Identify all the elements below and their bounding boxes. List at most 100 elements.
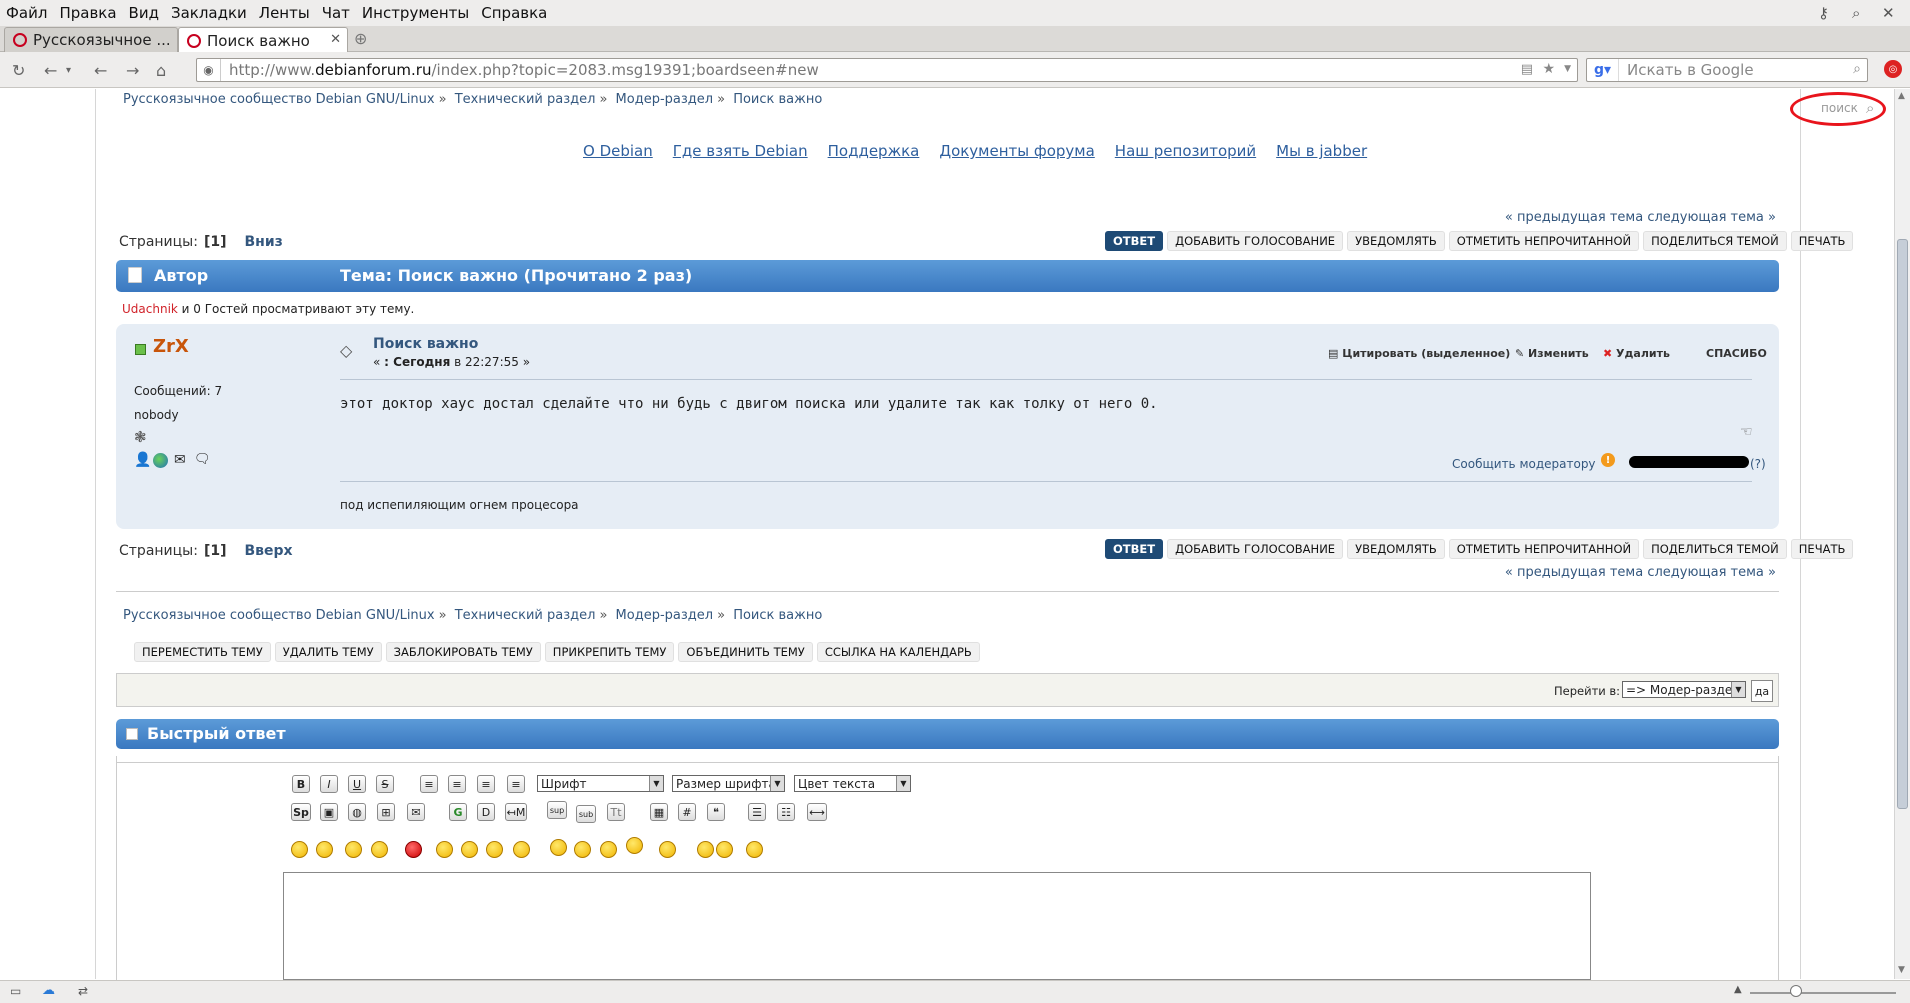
breadcrumb-link[interactable]: Русскоязычное сообщество Debian GNU/Linu…	[123, 92, 435, 107]
grin-icon[interactable]	[371, 841, 388, 858]
tongue-icon[interactable]	[574, 841, 591, 858]
prev-next-topic[interactable]: « предыдущая тема следующая тема »	[1505, 565, 1776, 580]
history-dropdown-icon[interactable]: ▾	[66, 65, 71, 76]
mark-unread-button[interactable]: ОТМЕТИТЬ НЕПРОЧИТАННОЙ	[1448, 231, 1640, 251]
strike-button[interactable]: S	[376, 775, 394, 793]
zoom-slider-track[interactable]	[1750, 992, 1896, 994]
menu-edit[interactable]: Правка	[59, 4, 116, 22]
shocked-icon[interactable]	[461, 841, 478, 858]
align-justify-button[interactable]: ≡	[448, 775, 466, 793]
hand-pointer-icon[interactable]: ☜	[1740, 424, 1753, 440]
font-size-select[interactable]: Размер шрифта ▼	[672, 775, 785, 792]
marquee-button[interactable]: ↤M	[505, 803, 527, 821]
tab-active-poisk[interactable]: Поиск важно ✕	[178, 27, 348, 53]
sidebar-toggle-icon[interactable]: ▭	[10, 984, 21, 998]
align-center-button[interactable]: ≡	[477, 775, 495, 793]
breadcrumb-link[interactable]: Технический раздел	[455, 92, 596, 107]
ip-help-link[interactable]: (?)	[1750, 457, 1766, 471]
thanks-button[interactable]: СПАСИБО	[1706, 347, 1767, 360]
go-up-link[interactable]: Вверх	[245, 543, 293, 559]
menu-feeds[interactable]: Ленты	[259, 4, 310, 22]
bold-button[interactable]: B	[292, 775, 310, 793]
vertical-scrollbar[interactable]: ▲ ▼	[1894, 89, 1910, 979]
image-button[interactable]: ◍	[348, 803, 366, 821]
glow-button[interactable]: G	[449, 803, 467, 821]
bullet-list-button[interactable]: ☰	[748, 803, 766, 821]
close-icon[interactable]: ✕	[1882, 4, 1895, 22]
huh-icon[interactable]	[513, 841, 530, 858]
text-color-select[interactable]: Цвет текста ▼	[794, 775, 911, 792]
menu-chat[interactable]: Чат	[322, 4, 350, 22]
share-icon[interactable]: ⇄	[78, 984, 88, 998]
zoom-slider-knob[interactable]	[1790, 985, 1802, 997]
search-go-icon[interactable]: ⌕	[1853, 61, 1861, 77]
notify-button[interactable]: УВЕДОМЛЯТЬ	[1347, 539, 1445, 559]
bookmark-star-icon[interactable]: ★	[1542, 61, 1555, 77]
sad-icon[interactable]	[436, 841, 453, 858]
rss-icon[interactable]: ▤	[1521, 62, 1533, 77]
share-topic-button[interactable]: ПОДЕЛИТЬСЯ ТЕМОЙ	[1643, 539, 1787, 559]
new-tab-icon[interactable]: ⊕	[354, 29, 367, 48]
url-dropdown-icon[interactable]: ▼	[1564, 64, 1571, 74]
smoke-icon[interactable]	[746, 841, 763, 858]
reply-button[interactable]: ОТВЕТ	[1105, 231, 1164, 251]
menu-bookmarks[interactable]: Закладки	[171, 4, 247, 22]
horizontal-rule-button[interactable]: ⟷	[807, 803, 827, 821]
url-text[interactable]: http://www.debianforum.ru/index.php?topi…	[221, 61, 819, 79]
forward-arrow-icon[interactable]: →	[126, 61, 139, 80]
post-title[interactable]: Поиск важно	[373, 336, 478, 352]
search-icon[interactable]: ⌕	[1852, 4, 1860, 22]
link-button[interactable]: ⊞	[377, 803, 395, 821]
viewer-username[interactable]: Udachnik	[122, 302, 178, 316]
wink-icon[interactable]	[316, 841, 333, 858]
print-button[interactable]: ПЕЧАТЬ	[1790, 231, 1854, 251]
collapse-icon[interactable]	[126, 728, 138, 740]
merge-topic-button[interactable]: ОБЪЕДИНИТЬ ТЕМУ	[678, 642, 813, 662]
menu-help[interactable]: Справка	[481, 4, 547, 22]
addon-icon[interactable]: ◎	[1884, 60, 1902, 78]
profile-icon[interactable]: 👤	[134, 452, 151, 468]
post-author-name[interactable]: ZrX	[153, 336, 189, 357]
breadcrumb-link[interactable]: Модер-раздел	[616, 92, 714, 107]
nav-link-get-debian[interactable]: Где взять Debian	[673, 142, 808, 160]
font-select[interactable]: Шрифт ▼	[537, 775, 664, 792]
site-identity-icon[interactable]: ◉	[197, 59, 221, 81]
pm-icon[interactable]: 🗨	[194, 452, 211, 467]
home-icon[interactable]: ⌂	[156, 61, 166, 80]
align-right-button[interactable]: ≡	[507, 775, 525, 793]
edit-button[interactable]: ✎ Изменить	[1515, 347, 1589, 360]
message-textarea[interactable]	[283, 872, 1591, 980]
move-topic-button[interactable]: ПЕРЕМЕСТИТЬ ТЕМУ	[134, 642, 271, 662]
report-moderator-link[interactable]: Сообщить модератору	[1452, 457, 1596, 471]
delete-topic-button[interactable]: УДАЛИТЬ ТЕМУ	[274, 642, 382, 662]
breadcrumb-link[interactable]: Поиск важно	[733, 608, 822, 623]
sticky-topic-button[interactable]: ПРИКРЕПИТЬ ТЕМУ	[544, 642, 675, 662]
teletype-button[interactable]: Tt	[607, 803, 625, 821]
scroll-up-icon[interactable]: ▲	[1898, 91, 1905, 101]
spoiler-button[interactable]: Sp	[291, 803, 311, 821]
subscript-button[interactable]: sub	[576, 805, 596, 823]
embarrassed-icon[interactable]	[600, 841, 617, 858]
board-select[interactable]: => Модер-раздел ▼	[1622, 681, 1746, 698]
website-globe-icon[interactable]	[153, 453, 168, 468]
cloud-icon[interactable]: ☁	[42, 983, 55, 998]
breadcrumb-link[interactable]: Поиск важно	[733, 92, 822, 107]
kiss-icon[interactable]	[697, 841, 714, 858]
cheesy-icon[interactable]	[345, 841, 362, 858]
delete-button[interactable]: ✖ Удалить	[1603, 347, 1670, 360]
tab-russian-community[interactable]: Русскоязычное ...	[4, 27, 178, 52]
go-down-link[interactable]: Вниз	[245, 234, 283, 250]
scrollbar-thumb[interactable]	[1897, 239, 1908, 809]
scroll-down-icon[interactable]: ▼	[1898, 965, 1905, 975]
nav-link-jabber[interactable]: Мы в jabber	[1276, 142, 1367, 160]
angry-icon[interactable]	[405, 841, 422, 858]
prev-next-topic[interactable]: « предыдущая тема следующая тема »	[1505, 210, 1776, 225]
italic-button[interactable]: I	[320, 775, 338, 793]
flash-button[interactable]: ▣	[320, 803, 338, 821]
share-topic-button[interactable]: ПОДЕЛИТЬСЯ ТЕМОЙ	[1643, 231, 1787, 251]
site-search-field[interactable]: поиск	[1821, 101, 1858, 115]
back-icon[interactable]: ←	[44, 61, 57, 80]
forward-icon[interactable]: ←	[94, 61, 107, 80]
cry-icon[interactable]	[716, 841, 733, 858]
breadcrumb-link[interactable]: Русскоязычное сообщество Debian GNU/Linu…	[123, 608, 435, 623]
